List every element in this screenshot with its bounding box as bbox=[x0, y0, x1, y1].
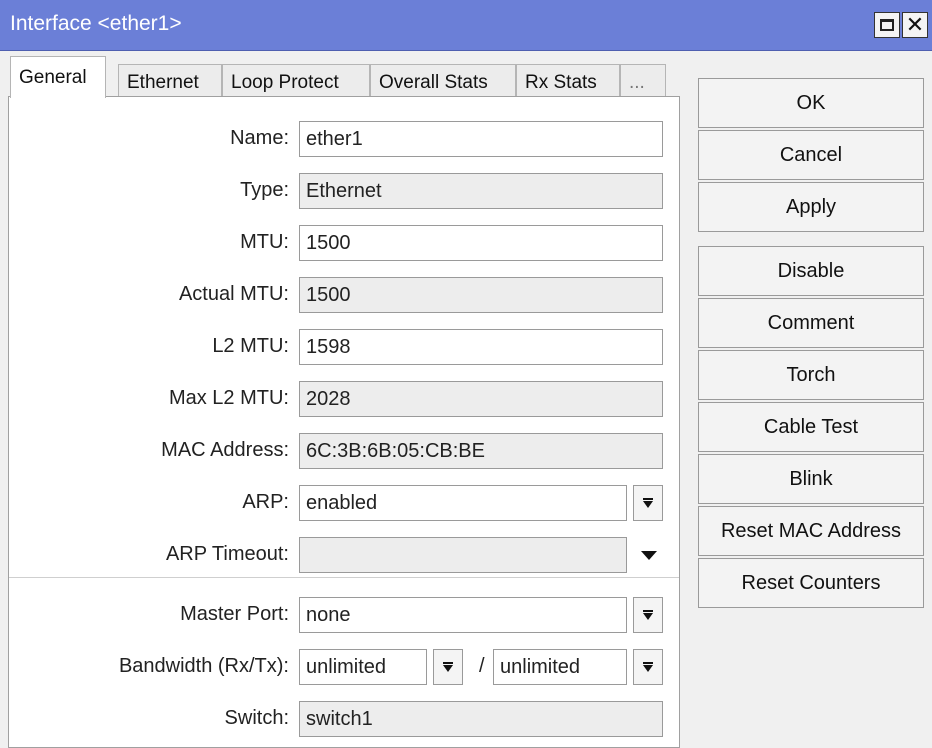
arp-label: ARP: bbox=[242, 491, 289, 513]
arp-select[interactable]: enabled bbox=[299, 485, 627, 521]
master-port-dropdown-button[interactable] bbox=[633, 597, 663, 633]
type-field: Ethernet bbox=[299, 173, 663, 209]
general-tab-panel: Name: ether1 Type: Ethernet MTU: 1500 Ac… bbox=[8, 96, 680, 748]
tab-loop-protect[interactable]: Loop Protect bbox=[222, 64, 370, 98]
max-l2-mtu-row: Max L2 MTU: 2028 bbox=[9, 381, 679, 417]
tab-rx-stats[interactable]: Rx Stats bbox=[516, 64, 620, 98]
close-button[interactable]: ✕ bbox=[902, 12, 928, 38]
mtu-input[interactable]: 1500 bbox=[299, 225, 663, 261]
master-port-row: Master Port: none bbox=[9, 597, 679, 633]
arp-timeout-label: ARP Timeout: bbox=[165, 543, 289, 565]
apply-button[interactable]: Apply bbox=[698, 182, 924, 232]
type-row: Type: Ethernet bbox=[9, 173, 679, 209]
actual-mtu-row: Actual MTU: 1500 bbox=[9, 277, 679, 313]
arp-dropdown-button[interactable] bbox=[633, 485, 663, 521]
window-title: Interface <ether1> bbox=[10, 12, 182, 35]
tab-label: Ethernet bbox=[127, 72, 199, 93]
dropdown-arrow-icon bbox=[643, 662, 653, 672]
arp-row: ARP: enabled bbox=[9, 485, 679, 521]
tab-label: Loop Protect bbox=[231, 72, 339, 93]
cable-test-button[interactable]: Cable Test bbox=[698, 402, 924, 452]
mac-address-row: MAC Address: 6C:3B:6B:05:CB:BE bbox=[9, 433, 679, 469]
actual-mtu-field: 1500 bbox=[299, 277, 663, 313]
switch-field: switch1 bbox=[299, 701, 663, 737]
name-row: Name: ether1 bbox=[9, 121, 679, 157]
window-titlebar: Interface <ether1> ✕ bbox=[0, 0, 932, 51]
arp-timeout-row: ARP Timeout: bbox=[9, 537, 679, 573]
bandwidth-tx-dropdown-button[interactable] bbox=[633, 649, 663, 685]
comment-button[interactable]: Comment bbox=[698, 298, 924, 348]
master-port-select[interactable]: none bbox=[299, 597, 627, 633]
bandwidth-rx-select[interactable]: unlimited bbox=[299, 649, 427, 685]
mtu-row: MTU: 1500 bbox=[9, 225, 679, 261]
dropdown-arrow-icon bbox=[443, 662, 453, 672]
mtu-label: MTU: bbox=[240, 231, 289, 253]
blink-button[interactable]: Blink bbox=[698, 454, 924, 504]
disable-button[interactable]: Disable bbox=[698, 246, 924, 296]
bandwidth-rx-dropdown-button[interactable] bbox=[433, 649, 463, 685]
expand-arrow-icon[interactable] bbox=[641, 551, 657, 560]
type-label: Type: bbox=[240, 179, 289, 201]
tab-label: ... bbox=[629, 72, 645, 93]
master-port-label: Master Port: bbox=[180, 603, 289, 625]
bandwidth-label: Bandwidth (Rx/Tx): bbox=[118, 655, 289, 677]
max-l2-mtu-field: 2028 bbox=[299, 381, 663, 417]
reset-counters-button[interactable]: Reset Counters bbox=[698, 558, 924, 608]
switch-label: Switch: bbox=[224, 707, 289, 729]
switch-row: Switch: switch1 bbox=[9, 701, 679, 737]
l2-mtu-label: L2 MTU: bbox=[212, 335, 289, 357]
restore-button[interactable] bbox=[874, 12, 900, 38]
l2-mtu-input[interactable]: 1598 bbox=[299, 329, 663, 365]
mac-address-label: MAC Address: bbox=[161, 439, 289, 461]
tab-general[interactable]: General bbox=[10, 56, 106, 98]
mac-address-field: 6C:3B:6B:05:CB:BE bbox=[299, 433, 663, 469]
ok-button[interactable]: OK bbox=[698, 78, 924, 128]
l2-mtu-row: L2 MTU: 1598 bbox=[9, 329, 679, 365]
bandwidth-tx-select[interactable]: unlimited bbox=[493, 649, 627, 685]
tab-ethernet[interactable]: Ethernet bbox=[118, 64, 222, 98]
name-label: Name: bbox=[230, 127, 289, 149]
restore-icon bbox=[880, 19, 894, 31]
cancel-button[interactable]: Cancel bbox=[698, 130, 924, 180]
dropdown-arrow-icon bbox=[643, 610, 653, 620]
max-l2-mtu-label: Max L2 MTU: bbox=[168, 387, 289, 409]
reset-mac-address-button[interactable]: Reset MAC Address bbox=[698, 506, 924, 556]
name-input[interactable]: ether1 bbox=[299, 121, 663, 157]
bandwidth-row: Bandwidth (Rx/Tx): unlimited / unlimited bbox=[9, 649, 679, 685]
actual-mtu-label: Actual MTU: bbox=[178, 283, 289, 305]
torch-button[interactable]: Torch bbox=[698, 350, 924, 400]
tab-label: Overall Stats bbox=[379, 72, 488, 93]
tab-more[interactable]: ... bbox=[620, 64, 666, 98]
dropdown-arrow-icon bbox=[643, 498, 653, 508]
close-icon: ✕ bbox=[905, 12, 925, 37]
arp-timeout-field bbox=[299, 537, 627, 573]
section-divider bbox=[9, 577, 679, 578]
tab-label: Rx Stats bbox=[525, 72, 597, 93]
bandwidth-separator: / bbox=[479, 655, 485, 677]
tab-overall-stats[interactable]: Overall Stats bbox=[370, 64, 516, 98]
tab-label: General bbox=[19, 67, 87, 88]
